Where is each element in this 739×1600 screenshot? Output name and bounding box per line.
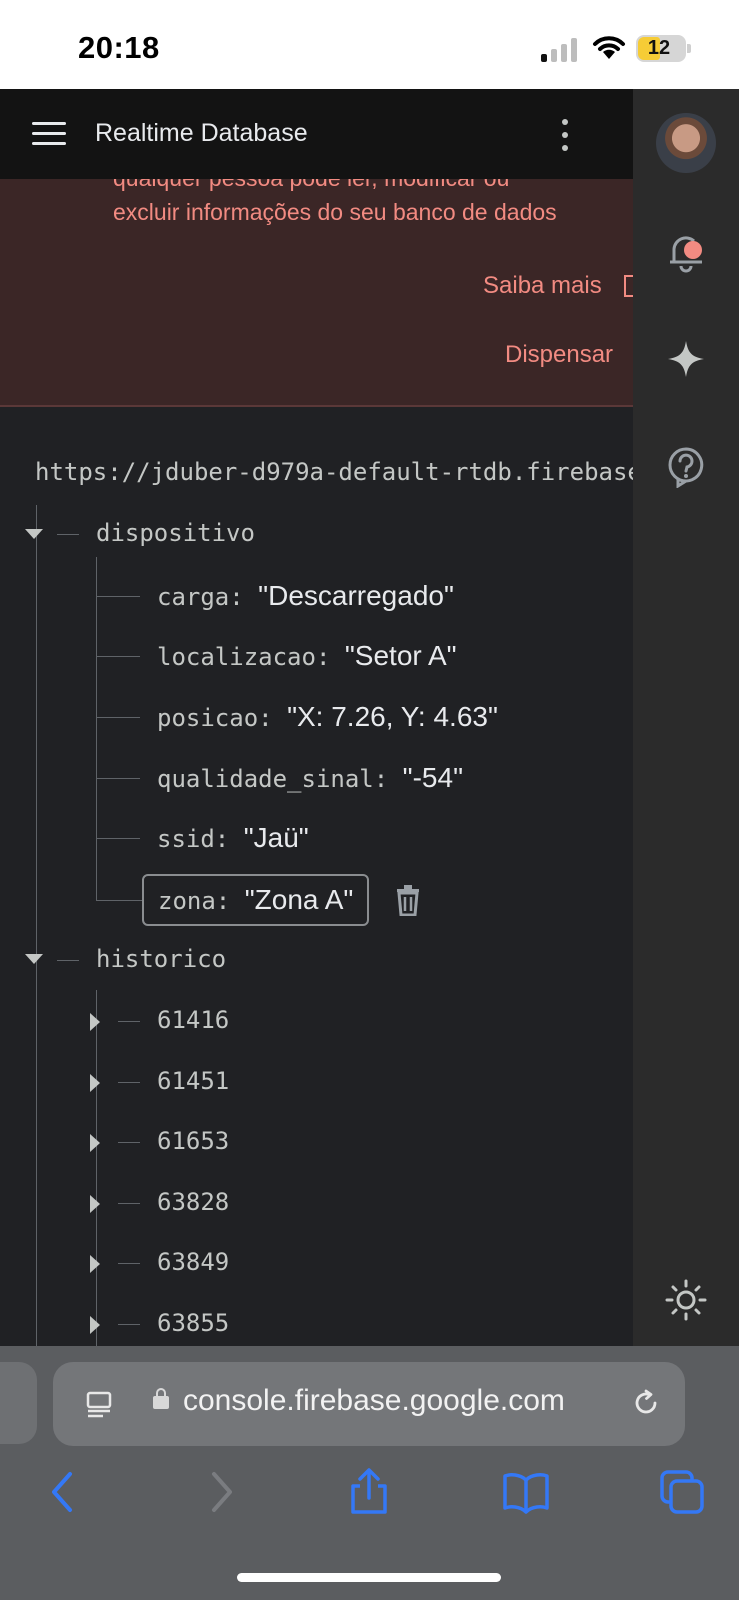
node-key-history-item[interactable]: 63828	[157, 1188, 229, 1216]
expand-caret-icon[interactable]	[90, 1013, 100, 1031]
expand-caret-icon[interactable]	[90, 1134, 100, 1152]
external-link-icon	[624, 275, 633, 297]
right-rail	[633, 89, 739, 1346]
bookmarks-icon[interactable]	[502, 1468, 550, 1516]
share-icon[interactable]	[345, 1468, 393, 1516]
avatar[interactable]	[656, 113, 716, 173]
expand-caret-icon[interactable]	[90, 1195, 100, 1213]
help-icon[interactable]	[660, 441, 712, 493]
page-title: Realtime Database	[95, 119, 308, 147]
address-bar[interactable]: console.firebase.google.com	[53, 1362, 685, 1446]
collapse-caret-icon[interactable]	[25, 529, 43, 539]
tree-connector	[36, 505, 37, 1346]
leaf-posicao[interactable]: posicao: "X: 7.26, Y: 4.63"	[157, 697, 498, 737]
expand-caret-icon[interactable]	[90, 1074, 100, 1092]
lock-icon	[153, 1388, 169, 1409]
cellular-signal-icon	[541, 38, 579, 62]
node-key-history-item[interactable]: 63849	[157, 1248, 229, 1276]
notification-icon[interactable]	[660, 225, 712, 277]
tabs-icon[interactable]	[658, 1468, 706, 1516]
leaf-ssid[interactable]: ssid: "Jaü"	[157, 818, 309, 858]
banner-text-line-2: excluir informações do seu banco de dado…	[113, 199, 557, 225]
expand-caret-icon[interactable]	[90, 1255, 100, 1273]
node-key-dispositivo[interactable]: dispositivo	[96, 519, 255, 547]
battery-icon: 12	[636, 35, 691, 62]
forward-icon[interactable]	[196, 1468, 244, 1516]
address-domain[interactable]: console.firebase.google.com	[183, 1384, 565, 1418]
status-time: 20:18	[78, 30, 160, 65]
app-bar: Realtime Database	[0, 89, 633, 179]
database-tree: https://jduber-d979a-default-rtdb.fireba…	[0, 407, 633, 1346]
back-icon[interactable]	[40, 1468, 88, 1516]
battery-level: 12	[647, 37, 671, 59]
expand-caret-icon[interactable]	[90, 1316, 100, 1334]
node-key-history-item[interactable]: 61416	[157, 1006, 229, 1034]
node-key-historico[interactable]: historico	[96, 945, 226, 973]
database-url[interactable]: https://jduber-d979a-default-rtdb.fireba…	[35, 458, 633, 486]
learn-more-link[interactable]: Saiba mais	[483, 272, 602, 300]
collapse-caret-icon[interactable]	[25, 954, 43, 964]
leaf-localizacao[interactable]: localizacao: "Setor A"	[157, 636, 457, 676]
brightness-icon[interactable]	[660, 1274, 712, 1326]
reload-icon[interactable]	[631, 1388, 661, 1418]
banner-text-line-1: qualquer pessoa pode ler, modificar ou	[113, 179, 509, 192]
home-indicator[interactable]	[237, 1573, 501, 1582]
status-bar: 20:18 12	[0, 0, 739, 89]
leaf-zona[interactable]: zona: "Zona A"	[142, 874, 370, 926]
node-key-history-item[interactable]: 61451	[157, 1067, 229, 1095]
security-warning-banner: qualquer pessoa pode ler, modificar ou e…	[0, 179, 633, 407]
leaf-qualidade-sinal[interactable]: qualidade_sinal: "-54"	[157, 758, 463, 798]
wifi-icon	[593, 36, 625, 59]
dismiss-button[interactable]: Dispensar	[505, 341, 613, 369]
sparkle-icon[interactable]	[660, 333, 712, 385]
more-vert-icon[interactable]	[553, 117, 577, 153]
leaf-carga[interactable]: carga: "Descarregado"	[157, 576, 454, 616]
node-key-history-item[interactable]: 63855	[157, 1309, 229, 1337]
page-menu-icon[interactable]	[85, 1390, 113, 1418]
delete-icon[interactable]	[395, 884, 421, 916]
previous-tab-preview[interactable]	[0, 1362, 37, 1444]
node-key-history-item[interactable]: 61653	[157, 1127, 229, 1155]
menu-icon[interactable]	[32, 122, 66, 146]
